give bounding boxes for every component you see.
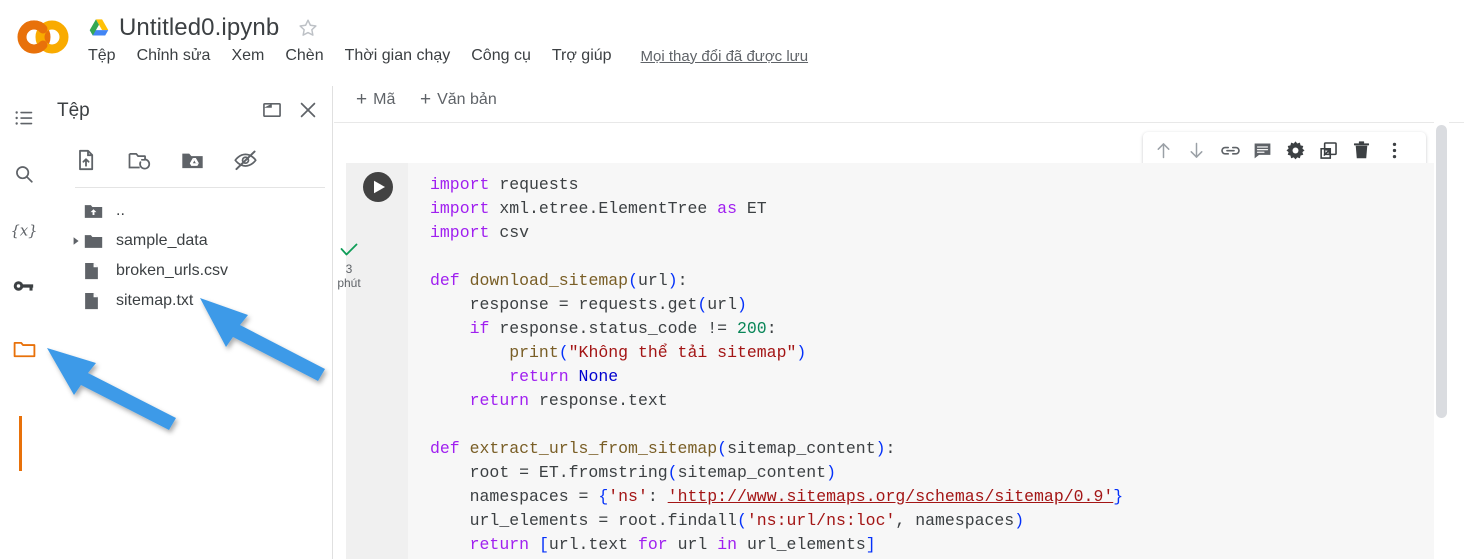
files-panel-header-actions (261, 99, 319, 121)
move-cell-up-icon[interactable] (1153, 140, 1174, 161)
add-comment-icon[interactable] (1252, 140, 1273, 161)
file-tree-row-sample-data[interactable]: sample_data (48, 226, 333, 256)
execution-success-check-icon (339, 243, 359, 262)
menu-bar: Tệp Chỉnh sửa Xem Chèn Thời gian chạy Cô… (88, 47, 808, 65)
google-drive-icon (88, 18, 110, 38)
cell-source-code[interactable]: import requests import xml.etree.Element… (430, 173, 1123, 557)
menu-item-edit[interactable]: Chỉnh sửa (137, 47, 211, 65)
table-of-contents-icon (13, 107, 35, 129)
cell-gutter (346, 163, 408, 559)
toggle-hidden-files-icon[interactable] (233, 148, 257, 172)
document-title[interactable]: Untitled0.ipynb (119, 14, 279, 42)
notebook-area: + Mã + Văn bản 3 phút import requests im… (334, 82, 1464, 559)
menu-item-help[interactable]: Trợ giúp (552, 47, 612, 65)
notebook-vertical-scrollbar[interactable] (1436, 125, 1447, 418)
left-icon-rail: {x} (0, 86, 48, 559)
execution-time-value: 3 (345, 262, 353, 276)
add-text-cell-label: Văn bản (437, 90, 497, 108)
file-tree: .. sample_data broken_urls.csv sitemap.t… (48, 196, 333, 316)
svg-text:{x}: {x} (11, 223, 38, 240)
link-to-cell-icon[interactable] (1219, 140, 1240, 161)
save-status-text[interactable]: Mọi thay đổi đã được lưu (641, 48, 809, 65)
file-icon (84, 262, 110, 280)
run-cell-icon (371, 180, 386, 194)
expand-caret-icon[interactable] (68, 236, 84, 246)
files-panel-title: Tệp (57, 100, 90, 121)
menu-item-insert[interactable]: Chèn (285, 47, 323, 65)
move-cell-down-icon[interactable] (1186, 140, 1207, 161)
files-panel-header: Tệp (48, 86, 333, 134)
file-tree-label: .. (116, 202, 125, 219)
menu-item-runtime[interactable]: Thời gian chạy (345, 47, 451, 65)
add-code-cell-label: Mã (373, 90, 396, 108)
toolbar-divider (334, 122, 1464, 123)
file-tree-row-sitemap[interactable]: sitemap.txt (48, 286, 333, 316)
file-tree-row-parent[interactable]: .. (48, 196, 333, 226)
delete-cell-icon[interactable] (1351, 140, 1372, 161)
mirror-cell-icon[interactable] (1318, 140, 1339, 161)
files-toolbar-divider (75, 187, 325, 188)
menu-item-file[interactable]: Tệp (88, 47, 116, 65)
rail-item-files[interactable] (0, 320, 48, 376)
variables-icon: {x} (9, 219, 39, 241)
folder-icon (84, 233, 110, 250)
refresh-folder-icon[interactable] (127, 148, 151, 172)
rail-item-secrets[interactable] (0, 258, 48, 314)
add-cell-bar: + Mã + Văn bản (334, 82, 1464, 123)
files-panel: Tệp .. sample_data broken_urls.csv sitem… (48, 86, 333, 559)
plus-icon: + (356, 89, 368, 110)
add-code-cell-button[interactable]: + Mã (356, 90, 395, 109)
colab-app-window: Untitled0.ipynb Tệp Chỉnh sửa Xem Chèn T… (0, 0, 1464, 559)
files-panel-toolbar (48, 136, 333, 184)
secrets-key-icon (12, 275, 36, 297)
file-tree-row-broken-urls[interactable]: broken_urls.csv (48, 256, 333, 286)
file-tree-label: sample_data (116, 232, 208, 249)
star-outline-icon[interactable] (297, 17, 319, 39)
cell-execution-status: 3 phút (318, 243, 380, 290)
file-tree-label: broken_urls.csv (116, 262, 229, 279)
document-title-row: Untitled0.ipynb (88, 8, 319, 48)
open-in-new-window-icon[interactable] (261, 99, 283, 121)
upload-file-icon[interactable] (74, 148, 98, 172)
code-cell: 3 phút import requests import xml.etree.… (337, 163, 1434, 559)
file-tree-label: sitemap.txt (116, 292, 194, 309)
top-bar: Untitled0.ipynb Tệp Chỉnh sửa Xem Chèn T… (0, 0, 1464, 82)
plus-icon: + (420, 89, 432, 110)
execution-time-unit: phút (337, 276, 361, 290)
close-icon[interactable] (297, 99, 319, 121)
rail-item-variables[interactable]: {x} (0, 202, 48, 258)
add-text-cell-button[interactable]: + Văn bản (420, 90, 497, 109)
cell-settings-gear-icon[interactable] (1285, 140, 1306, 161)
rail-item-table-of-contents[interactable] (0, 90, 48, 146)
menu-item-tools[interactable]: Công cụ (471, 47, 531, 65)
colab-logo[interactable] (16, 16, 70, 58)
menu-item-view[interactable]: Xem (231, 47, 264, 65)
rail-item-search[interactable] (0, 146, 48, 202)
mount-drive-icon[interactable] (180, 148, 204, 172)
file-icon (84, 292, 110, 310)
active-rail-indicator (19, 416, 22, 471)
more-cell-actions-icon[interactable] (1384, 140, 1405, 161)
run-cell-button[interactable] (363, 172, 393, 202)
files-folder-icon (12, 337, 37, 359)
parent-folder-icon (84, 203, 110, 220)
search-icon (13, 163, 35, 185)
